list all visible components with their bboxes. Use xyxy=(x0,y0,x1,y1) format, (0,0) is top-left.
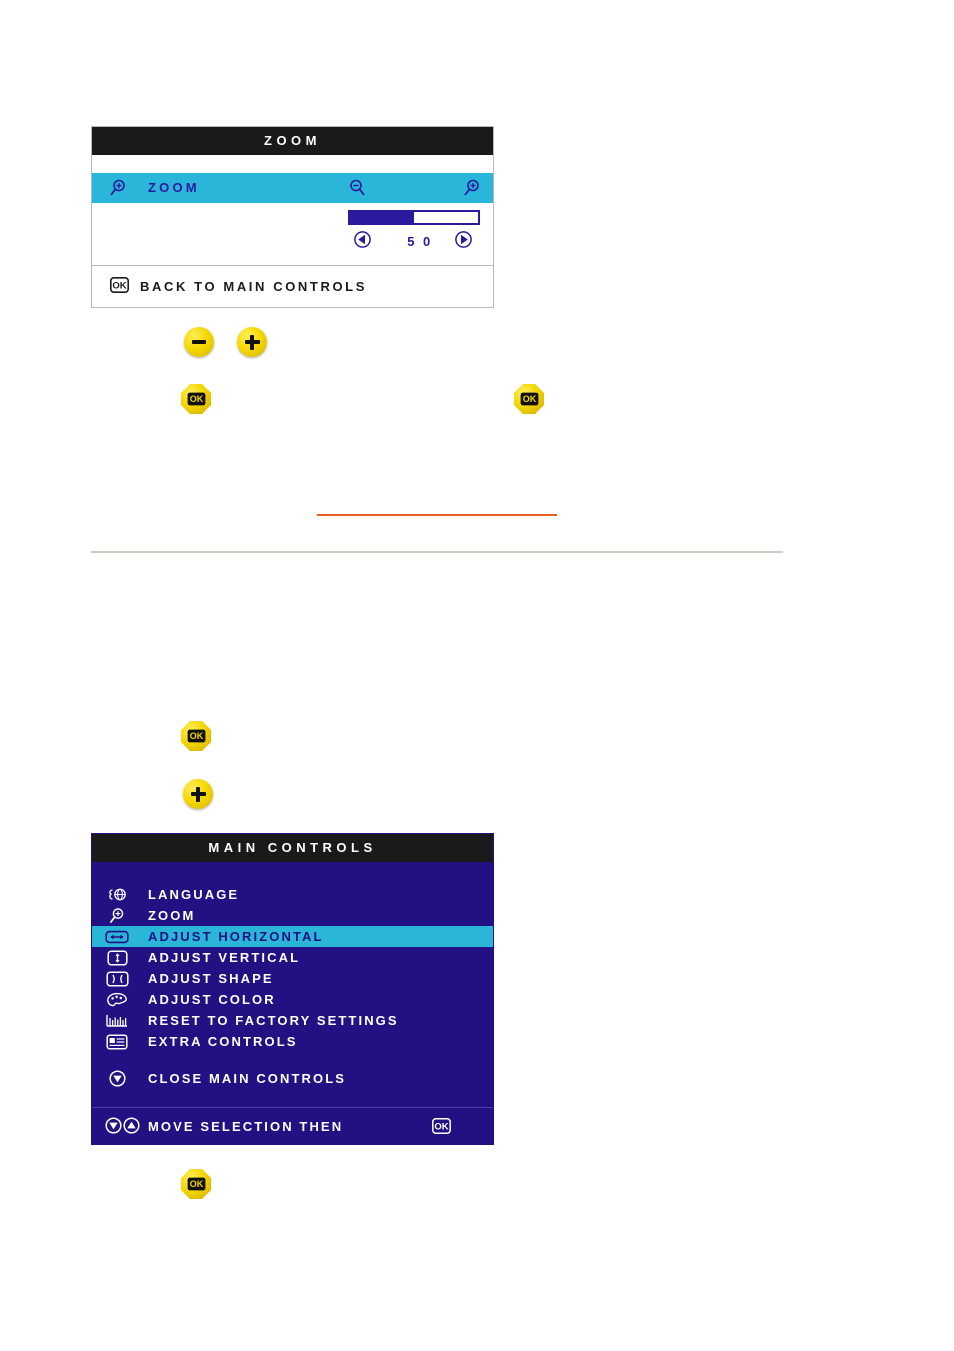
menu-item-close-main-controls[interactable]: CLOSE MAIN CONTROLS xyxy=(92,1068,493,1089)
menu-spacer xyxy=(92,1052,493,1068)
menu-item-adjust-horizontal[interactable]: ADJUST HORIZONTAL xyxy=(92,926,493,947)
menu-item-label: ZOOM xyxy=(148,908,196,923)
footer-hint-label: MOVE SELECTION THEN xyxy=(148,1119,344,1134)
ok-button[interactable]: OK xyxy=(181,384,211,414)
plus-button[interactable] xyxy=(237,327,267,357)
svg-text:OK: OK xyxy=(189,394,203,404)
ok-icon: OK xyxy=(514,384,544,414)
zoom-slider-area: 5 0 xyxy=(92,203,493,265)
ok-button-fourth[interactable]: OK xyxy=(181,1169,211,1199)
menu-item-label: ADJUST HORIZONTAL xyxy=(148,929,324,944)
minus-icon xyxy=(184,327,214,357)
magnifier-plus-icon xyxy=(104,907,130,924)
extra-controls-icon xyxy=(104,1033,130,1050)
zoom-slider-value: 5 0 xyxy=(407,234,433,249)
menu-item-zoom[interactable]: ZOOM xyxy=(92,905,493,926)
arrow-right-icon[interactable] xyxy=(455,231,472,248)
menu-item-label: ADJUST COLOR xyxy=(148,992,276,1007)
plus-icon xyxy=(237,327,267,357)
footer-arrow-icons xyxy=(105,1117,140,1134)
menu-item-label: ADJUST VERTICAL xyxy=(148,950,301,965)
ok-button-second[interactable]: OK xyxy=(514,384,544,414)
svg-text:OK: OK xyxy=(434,1122,448,1133)
arrow-down-circle-icon[interactable] xyxy=(105,1117,122,1134)
menu-footer-gap xyxy=(92,1089,493,1107)
svg-text:OK: OK xyxy=(189,731,203,741)
ok-icon: OK xyxy=(181,721,211,751)
ok-icon: OK xyxy=(432,1118,451,1134)
menu-item-label: LANGUAGE xyxy=(148,887,240,902)
menu-item-adjust-shape[interactable]: ADJUST SHAPE xyxy=(92,968,493,989)
zoom-setting-row[interactable]: ZOOM xyxy=(92,173,493,203)
menu-item-adjust-color[interactable]: ADJUST COLOR xyxy=(92,989,493,1010)
menu-item-reset-to-factory-settings[interactable]: RESET TO FACTORY SETTINGS xyxy=(92,1010,493,1031)
menu-item-label: RESET TO FACTORY SETTINGS xyxy=(148,1013,399,1028)
zoom-row-label: ZOOM xyxy=(148,180,200,195)
section-divider xyxy=(91,551,783,553)
menu-item-label: EXTRA CONTROLS xyxy=(148,1034,298,1049)
color-palette-icon xyxy=(104,991,130,1008)
arrow-up-circle-icon[interactable] xyxy=(123,1117,140,1134)
menu-item-language[interactable]: LANGUAGE xyxy=(92,884,493,905)
adjust-shape-icon xyxy=(104,970,130,987)
reset-factory-icon xyxy=(104,1012,130,1029)
ok-icon: OK xyxy=(181,384,211,414)
main-controls-list: LANGUAGE ZOOM ADJUST HORIZONTAL ADJUST V… xyxy=(92,862,493,1144)
main-controls-footer: MOVE SELECTION THEN OK xyxy=(92,1108,493,1144)
back-to-main-controls-label: BACK TO MAIN CONTROLS xyxy=(140,279,367,294)
main-controls-title: MAIN CONTROLS xyxy=(92,834,493,862)
ok-icon: OK xyxy=(181,1169,211,1199)
svg-text:OK: OK xyxy=(112,281,126,292)
plus-icon xyxy=(183,779,213,809)
ok-button-third[interactable]: OK xyxy=(181,721,211,751)
minus-button[interactable] xyxy=(184,327,214,357)
orange-divider xyxy=(317,514,557,516)
adjust-vertical-icon xyxy=(104,949,130,966)
close-down-arrow-icon xyxy=(104,1070,130,1087)
svg-text:OK: OK xyxy=(189,1179,203,1189)
menu-item-label: ADJUST SHAPE xyxy=(148,971,274,986)
magnifier-plus-icon xyxy=(108,178,128,198)
menu-item-label: CLOSE MAIN CONTROLS xyxy=(148,1071,347,1086)
zoom-osd-panel: ZOOM ZOOM 5 0 OK BACK TO MAIN CONTROLS xyxy=(91,126,494,308)
menu-item-adjust-vertical[interactable]: ADJUST VERTICAL xyxy=(92,947,493,968)
arrow-left-icon[interactable] xyxy=(354,231,371,248)
adjust-horizontal-icon xyxy=(104,928,130,945)
plus-button-second[interactable] xyxy=(183,779,213,809)
zoom-slider-fill xyxy=(350,212,414,223)
magnifier-minus-icon[interactable] xyxy=(347,178,367,198)
ok-icon: OK xyxy=(110,277,129,293)
menu-item-extra-controls[interactable]: EXTRA CONTROLS xyxy=(92,1031,493,1052)
zoom-slider-track[interactable] xyxy=(348,210,480,225)
zoom-panel-spacer xyxy=(92,155,493,173)
magnifier-plus-icon-right[interactable] xyxy=(462,178,482,198)
svg-text:OK: OK xyxy=(522,394,536,404)
main-controls-osd-panel: MAIN CONTROLS LANGUAGE ZOOM ADJUST HORIZ… xyxy=(91,833,494,1145)
zoom-panel-title: ZOOM xyxy=(92,127,493,155)
back-to-main-controls-row[interactable]: OK BACK TO MAIN CONTROLS xyxy=(92,266,493,307)
language-globe-icon xyxy=(104,886,130,903)
